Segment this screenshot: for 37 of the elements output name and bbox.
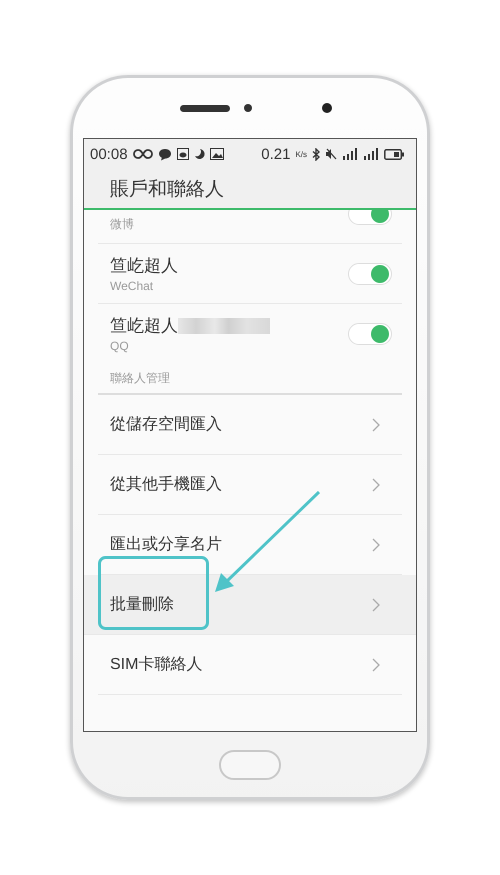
- home-button[interactable]: [219, 750, 281, 780]
- infinity-icon: [132, 148, 153, 160]
- chevron-icon: [372, 478, 380, 492]
- chevron-icon: [372, 658, 380, 672]
- chevron-icon: [372, 598, 380, 612]
- menu-item[interactable]: SIM卡聯絡人: [98, 635, 402, 695]
- weibo-box-icon: [176, 148, 189, 160]
- page-title: 賬戶和聯絡人: [110, 178, 224, 202]
- sync-switch[interactable]: [348, 262, 392, 284]
- menu-item[interactable]: 批量刪除: [84, 575, 416, 635]
- account-type: QQ: [110, 339, 130, 353]
- account-name: 笪屹超人: [110, 255, 178, 277]
- chevron-icon: [372, 418, 380, 432]
- section-label: 聯絡人管理: [110, 370, 170, 386]
- account-type: WeChat: [110, 279, 154, 293]
- account-type: 微博: [110, 216, 134, 233]
- sensor-dot: [244, 104, 252, 112]
- image-icon: [210, 148, 224, 160]
- menu-item[interactable]: 從其他手機匯入: [98, 455, 402, 515]
- signal-icon: [342, 148, 358, 160]
- mute-icon: [325, 148, 337, 160]
- status-time: 00:08: [90, 146, 128, 162]
- signal-icon: [363, 148, 379, 160]
- account-name: 笪屹超人: [110, 315, 178, 337]
- battery-icon: [384, 148, 404, 160]
- account-row[interactable]: 笪屹超人 QQ: [98, 304, 402, 363]
- sync-switch[interactable]: [348, 322, 392, 344]
- chevron-icon: [372, 538, 380, 552]
- speed-unit: K/s: [295, 150, 307, 158]
- moon-icon: [194, 148, 205, 160]
- front-camera: [322, 103, 332, 113]
- menu-item[interactable]: 從儲存空間匯入: [98, 395, 402, 455]
- bluetooth-icon: [312, 148, 320, 160]
- account-row[interactable]: 笪屹超人 WeChat: [98, 244, 402, 304]
- speaker-slot: [180, 104, 230, 112]
- network-speed: 0.21: [261, 146, 290, 162]
- chat-bubble-icon: [158, 148, 172, 160]
